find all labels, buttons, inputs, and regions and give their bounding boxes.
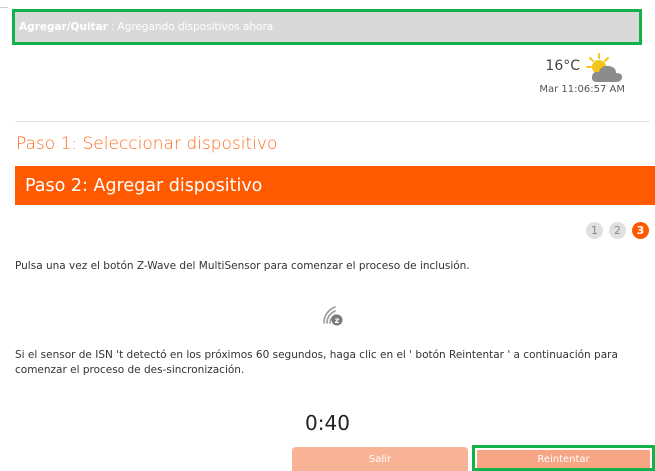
step-2-heading: Paso 2: Agregar dispositivo (15, 166, 655, 205)
retry-instruction-text: Si el sensor de ISN 't detectó en los pr… (15, 349, 618, 376)
step-dot-2: 2 (609, 222, 626, 239)
date-time-text: Mar 11:06:57 AM (539, 84, 625, 95)
instruction-text: Pulsa una vez el botón Z-Wave del MultiS… (15, 260, 470, 272)
temperature-text: 16°C (545, 58, 580, 74)
exit-button[interactable]: Salir (292, 447, 468, 471)
retry-button[interactable]: Reintentar (477, 450, 650, 468)
z-wave-icon: z (323, 306, 343, 326)
step-dot-3: 3 (632, 222, 649, 239)
breadcrumb-section[interactable]: Agregar/Quitar (19, 21, 108, 33)
step-dot-1: 1 (586, 222, 603, 239)
countdown-timer: 0:40 (305, 411, 350, 435)
corner-divider (0, 7, 8, 8)
partly-cloudy-icon (586, 53, 623, 82)
breadcrumb-separator: : (110, 21, 115, 33)
weather-widget: 16°C Mar 11:06:57 AM (505, 52, 625, 100)
svg-text:z: z (335, 316, 340, 325)
section-divider (15, 121, 650, 122)
breadcrumb-status: Agregando dispositivos ahora (117, 21, 274, 33)
step-1-heading[interactable]: Paso 1: Seleccionar dispositivo (16, 134, 277, 154)
retry-button-highlight: Reintentar (472, 445, 655, 471)
header-breadcrumb-bar: Agregar/Quitar : Agregando dispositivos … (12, 9, 642, 45)
step-indicator: 1 2 3 (586, 222, 649, 239)
